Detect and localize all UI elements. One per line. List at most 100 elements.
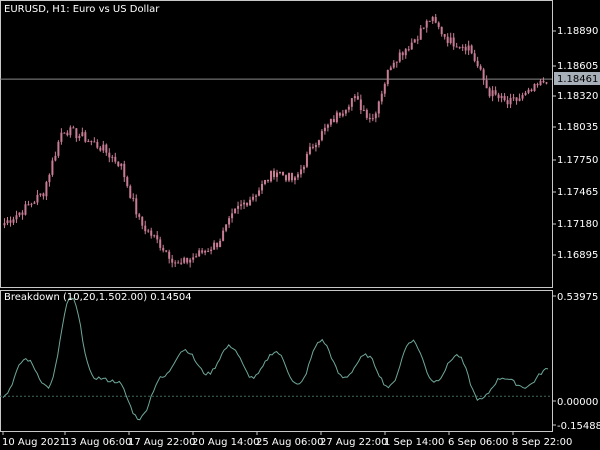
indicator-header: Breakdown (10,20,1.502.00) 0.14504: [4, 292, 192, 303]
candle-body: [39, 193, 42, 195]
candle-body: [21, 212, 24, 215]
candle-body: [87, 141, 90, 143]
candle-body: [111, 156, 114, 158]
candle-body: [186, 257, 189, 263]
candle-body: [380, 93, 383, 102]
candle-body: [353, 96, 356, 99]
candle-body: [416, 39, 419, 41]
candle-body: [440, 26, 443, 35]
candle-body: [165, 250, 168, 252]
candle-body: [78, 136, 81, 139]
candle-body: [66, 132, 69, 136]
candle-body: [162, 247, 165, 251]
candle-body: [293, 177, 296, 181]
candle-body: [6, 220, 9, 224]
price-tick-label: 1.18035: [557, 122, 598, 133]
candle-body: [434, 17, 437, 23]
price-tick-label: 1.18890: [557, 26, 598, 37]
candle-body: [93, 141, 96, 143]
candle-body: [506, 100, 509, 105]
candle-body: [527, 89, 530, 93]
candle-body: [84, 132, 87, 142]
candle-body: [195, 256, 198, 258]
candle-body: [192, 257, 195, 260]
candle-body: [443, 34, 446, 37]
candle-body: [320, 131, 323, 141]
candle-body: [183, 257, 186, 263]
candle-body: [356, 96, 359, 100]
candle-body: [530, 89, 533, 91]
candle-body: [350, 98, 353, 107]
candle-body: [147, 230, 150, 232]
candle-body: [497, 94, 500, 99]
chart-window[interactable]: EURUSD, H1: Euro vs US Dollar Breakdown …: [0, 0, 600, 450]
candle-body: [368, 117, 371, 120]
candle-body: [332, 119, 335, 123]
candle-body: [60, 132, 63, 142]
current-price-label: 1.18461: [557, 74, 598, 85]
candle-body: [377, 101, 380, 114]
candle-body: [326, 124, 329, 128]
candle-body: [398, 52, 401, 62]
time-tick-label: 27 Aug 22:00: [320, 437, 387, 448]
chart-background: [0, 0, 600, 450]
candle-body: [261, 183, 264, 191]
candle-body: [323, 127, 326, 132]
candle-body: [470, 45, 473, 54]
candle-body: [159, 239, 162, 248]
time-tick-label: 13 Aug 06:00: [64, 437, 131, 448]
candle-body: [12, 219, 15, 223]
candle-body: [267, 179, 270, 182]
candle-body: [482, 69, 485, 81]
candle-body: [144, 225, 147, 232]
candle-body: [207, 250, 210, 252]
candle-body: [234, 208, 237, 214]
price-tick-label: 1.17180: [557, 219, 598, 230]
price-tick-label: 1.16895: [557, 250, 598, 261]
candle-body: [383, 84, 386, 94]
candle-body: [132, 197, 135, 199]
candle-body: [476, 60, 479, 67]
candle-body: [54, 155, 57, 161]
candle-body: [153, 235, 156, 237]
candle-body: [458, 47, 461, 49]
candle-body: [305, 153, 308, 167]
candle-body: [494, 90, 497, 95]
candle-body: [437, 22, 440, 27]
candle-body: [30, 203, 33, 205]
candle-body: [479, 66, 482, 70]
candle-body: [542, 80, 545, 83]
candle-body: [278, 171, 281, 173]
candle-body: [365, 109, 368, 118]
candle-body: [509, 97, 512, 105]
candle-body: [81, 132, 84, 137]
candle-body: [395, 61, 398, 63]
price-tick-label: 1.17750: [557, 155, 598, 166]
candle-body: [407, 49, 410, 51]
candle-body: [290, 173, 293, 181]
candle-body: [455, 46, 458, 48]
candle-body: [404, 49, 407, 56]
candle-body: [168, 251, 171, 259]
candle-body: [225, 224, 228, 231]
candle-body: [231, 213, 234, 219]
price-tick-label: 1.18320: [557, 91, 598, 102]
candle-body: [123, 163, 126, 178]
candle-body: [117, 161, 120, 167]
candle-body: [386, 69, 389, 85]
candle-body: [156, 235, 159, 240]
candle-body: [15, 215, 18, 220]
candle-body: [57, 141, 60, 156]
candle-body: [401, 52, 404, 56]
candle-body: [24, 204, 27, 215]
candle-body: [302, 166, 305, 170]
candle-body: [75, 128, 78, 139]
candle-body: [374, 113, 377, 119]
candle-body: [51, 160, 54, 175]
candle-body: [243, 202, 246, 205]
candle-body: [3, 223, 6, 226]
candle-body: [500, 95, 503, 99]
candle-body: [341, 113, 344, 116]
candle-body: [240, 204, 243, 206]
candle-body: [228, 218, 231, 225]
